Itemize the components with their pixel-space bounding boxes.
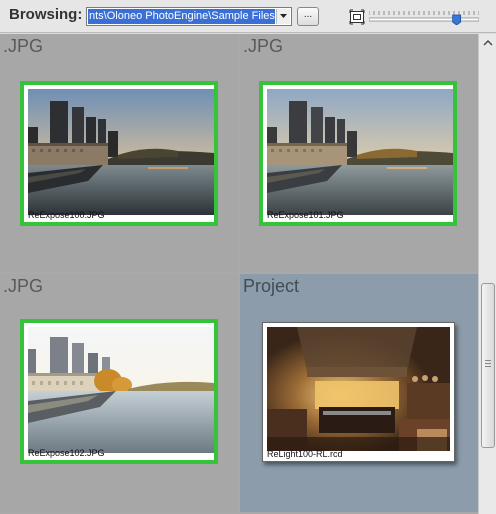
scrollbar-thumb[interactable] (481, 283, 495, 448)
thumbnail-frame-selected[interactable]: ReExpose100.JPG (20, 81, 218, 226)
chevron-down-icon (280, 14, 287, 18)
browse-folder-button[interactable]: ... (297, 7, 319, 26)
thumbnail-cell[interactable]: .JPG (0, 274, 238, 512)
cell-group-title: Project (243, 276, 300, 296)
thumbnail-cell[interactable]: .JPG (0, 34, 238, 272)
kitchen-interior-image (267, 327, 450, 451)
thumbnail-caption: ReExpose100.JPG (28, 210, 105, 220)
thumbnail-grid: .JPG ReExpose100.JPG .JPG ReExpose101.JP… (0, 34, 478, 514)
thumbnail-frame-selected[interactable]: ReExpose102.JPG (20, 319, 218, 464)
cell-group-title: .JPG (243, 36, 284, 56)
fit-zoom-icon[interactable] (349, 9, 365, 25)
thumbnail-caption: ReExpose101.JPG (267, 210, 344, 220)
river-day-image (28, 327, 214, 453)
chevron-up-icon[interactable] (481, 36, 495, 50)
river-sunset-image (28, 89, 214, 215)
vertical-scrollbar[interactable] (478, 34, 496, 514)
zoom-slider-knob[interactable] (452, 14, 462, 25)
thumbnail-frame-selected[interactable]: ReExpose101.JPG (259, 81, 457, 226)
path-input[interactable]: nts\Oloneo PhotoEngine\Sample Files\ (88, 9, 275, 24)
zoom-slider-track (369, 17, 479, 22)
thumbnail-caption: ReExpose102.JPG (28, 448, 105, 458)
path-dropdown-button[interactable] (276, 9, 290, 24)
cell-group-title: .JPG (3, 36, 44, 56)
browsing-toolbar: Browsing: nts\Oloneo PhotoEngine\Sample … (0, 0, 496, 33)
river-sunset-image (267, 89, 453, 215)
zoom-slider-ticks (369, 11, 479, 15)
path-combobox[interactable]: nts\Oloneo PhotoEngine\Sample Files\ (86, 7, 292, 26)
thumbnail-cell[interactable]: .JPG (240, 34, 478, 272)
scrollbar-grip (485, 360, 491, 367)
thumbnail-cell-project[interactable]: Project ReLight100-RL.rcd (240, 274, 478, 512)
browsing-label: Browsing: (9, 6, 83, 23)
thumbnail-frame[interactable]: ReLight100-RL.rcd (262, 322, 455, 462)
zoom-slider[interactable] (369, 9, 479, 25)
thumbnail-caption: ReLight100-RL.rcd (267, 449, 343, 459)
cell-group-title: .JPG (3, 276, 44, 296)
